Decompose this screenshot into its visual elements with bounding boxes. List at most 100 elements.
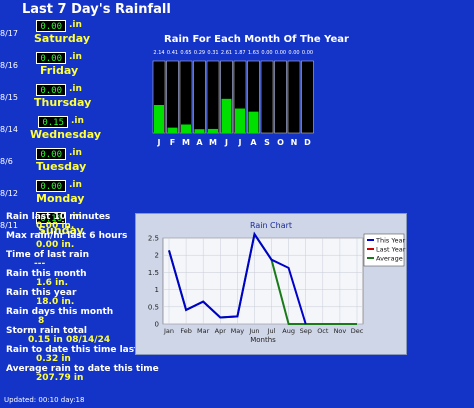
month-bar [167, 127, 178, 133]
page-title: Last 7 Day's Rainfall [22, 2, 171, 17]
updated-status: Updated: 00:10 day:18 [4, 396, 85, 404]
x-tick-label: May [231, 327, 245, 335]
day-rain-value: 0.00 [36, 148, 66, 160]
month-bar [235, 108, 245, 133]
day-name: Wednesday [30, 128, 102, 141]
stat-value: 0.00 in. [36, 221, 75, 231]
month-value-label: 0.29 [194, 50, 205, 56]
month-letter: J [238, 138, 242, 147]
month-letter: A [196, 138, 203, 147]
month-letter: D [304, 138, 311, 147]
y-tick-label: 0.5 [148, 303, 159, 311]
month-bar-frame [206, 60, 220, 134]
month-value-label: 2.14 [153, 50, 164, 56]
legend-label: Last Year [376, 246, 406, 254]
day-date: 8/6 [0, 157, 13, 166]
rain-line-chart: Rain Chart 0 0.5 1 1.5 2 2.5 Jan Feb Mar Apr May Jun… [148, 221, 406, 344]
stat-label: Time of last rain [6, 250, 90, 260]
month-value-label: 0.00 [261, 50, 272, 56]
x-tick-label: Oct [317, 327, 329, 335]
x-tick-label: Feb [180, 327, 192, 335]
rain-chart-panel: Rain Chart 0 0.5 1 1.5 2 2.5 Jan Feb Mar Apr May Jun… [135, 213, 407, 355]
day-name: Friday [40, 64, 79, 77]
y-tick-label: 1.5 [148, 269, 159, 277]
month-bar [194, 129, 205, 133]
unit-label: .in [69, 20, 82, 30]
month-letter: M [209, 138, 217, 147]
chart-title: Rain Chart [250, 221, 292, 230]
x-tick-label: Jun [248, 327, 259, 335]
legend-label: Average [376, 255, 403, 263]
month-bar [208, 128, 218, 133]
month-value-label: 1.87 [234, 50, 245, 56]
x-tick-label: Jan [163, 327, 174, 335]
month-letter: M [182, 138, 190, 147]
plot-area [162, 237, 364, 325]
legend-label: This Year [375, 237, 405, 245]
month-bar-frame [274, 60, 287, 134]
x-tick-label: Mar [197, 327, 210, 335]
month-bar-frame [179, 60, 193, 134]
y-tick-label: 2 [155, 252, 159, 260]
month-bar [221, 98, 232, 133]
unit-label: .in [71, 116, 84, 126]
monthly-chart-title: Rain For Each Month Of The Year [164, 34, 349, 45]
month-bar-frame [166, 60, 179, 134]
month-letter: J [224, 138, 228, 147]
y-tick-label: 1 [155, 286, 159, 294]
stat-value: 0.00 in. [36, 240, 75, 250]
month-bar [248, 111, 259, 133]
month-value-label: 0.31 [207, 50, 218, 56]
day-date: 8/15 [0, 93, 18, 102]
x-axis-label: Months [250, 336, 276, 344]
unit-label: .in [69, 180, 82, 190]
day-name: Saturday [34, 32, 90, 45]
stat-value: 18.0 in. [36, 297, 75, 307]
month-letter: S [264, 138, 270, 147]
month-value-label: 0.00 [302, 50, 313, 56]
x-tick-label: Aug [282, 327, 295, 335]
stat-value: 8 [38, 316, 45, 326]
x-tick-label: Nov [334, 327, 347, 335]
month-bar [154, 104, 164, 133]
month-letter: O [277, 138, 284, 147]
day-name: Monday [36, 192, 85, 205]
stat-value: 1.6 in. [36, 278, 68, 288]
month-bar-frame [287, 60, 301, 134]
month-value-label: 0.65 [180, 50, 191, 56]
day-rain-value: 0.00 [36, 52, 66, 64]
x-tick-label: Jul [267, 327, 276, 335]
stat-value: 0.32 in [36, 354, 71, 364]
stat-label: Rain days this month [6, 307, 114, 317]
day-date: 8/11 [0, 221, 18, 230]
unit-label: .in [69, 84, 82, 94]
day-date: 8/14 [0, 125, 18, 134]
monthly-rain-chart: 2.14 J 0.41 F 0.65 M 0.29 A 0.31 M 2.61 J 1.87 J 1.63 A… [152, 50, 314, 147]
month-value-label: 0.00 [288, 50, 299, 56]
stat-value: 207.79 in [36, 373, 84, 383]
month-bar-frame [301, 60, 314, 134]
month-letter: A [250, 138, 257, 147]
month-value-label: 1.63 [248, 50, 259, 56]
month-letter: J [157, 138, 161, 147]
y-tick-label: 0 [155, 321, 159, 329]
month-letter: F [170, 138, 175, 147]
y-tick-label: 2.5 [148, 235, 159, 243]
x-tick-label: Apr [215, 327, 227, 335]
month-value-label: 2.61 [221, 50, 232, 56]
day-date: 8/16 [0, 61, 18, 70]
day-name: Thursday [34, 96, 92, 109]
unit-label: .in [69, 52, 82, 62]
month-bar-frame [260, 60, 274, 134]
day-rain-value: 0.00 [36, 20, 66, 32]
x-tick-label: Sep [300, 327, 312, 335]
stat-value: --- [34, 259, 46, 269]
month-letter: N [291, 138, 298, 147]
month-bar [181, 124, 191, 133]
day-name: Tuesday [36, 160, 87, 173]
day-rain-value: 0.00 [36, 180, 66, 192]
month-bar-frame [193, 60, 206, 134]
unit-label: .in [69, 148, 82, 158]
day-rain-value: 0.00 [36, 84, 66, 96]
month-value-label: 0.00 [275, 50, 286, 56]
